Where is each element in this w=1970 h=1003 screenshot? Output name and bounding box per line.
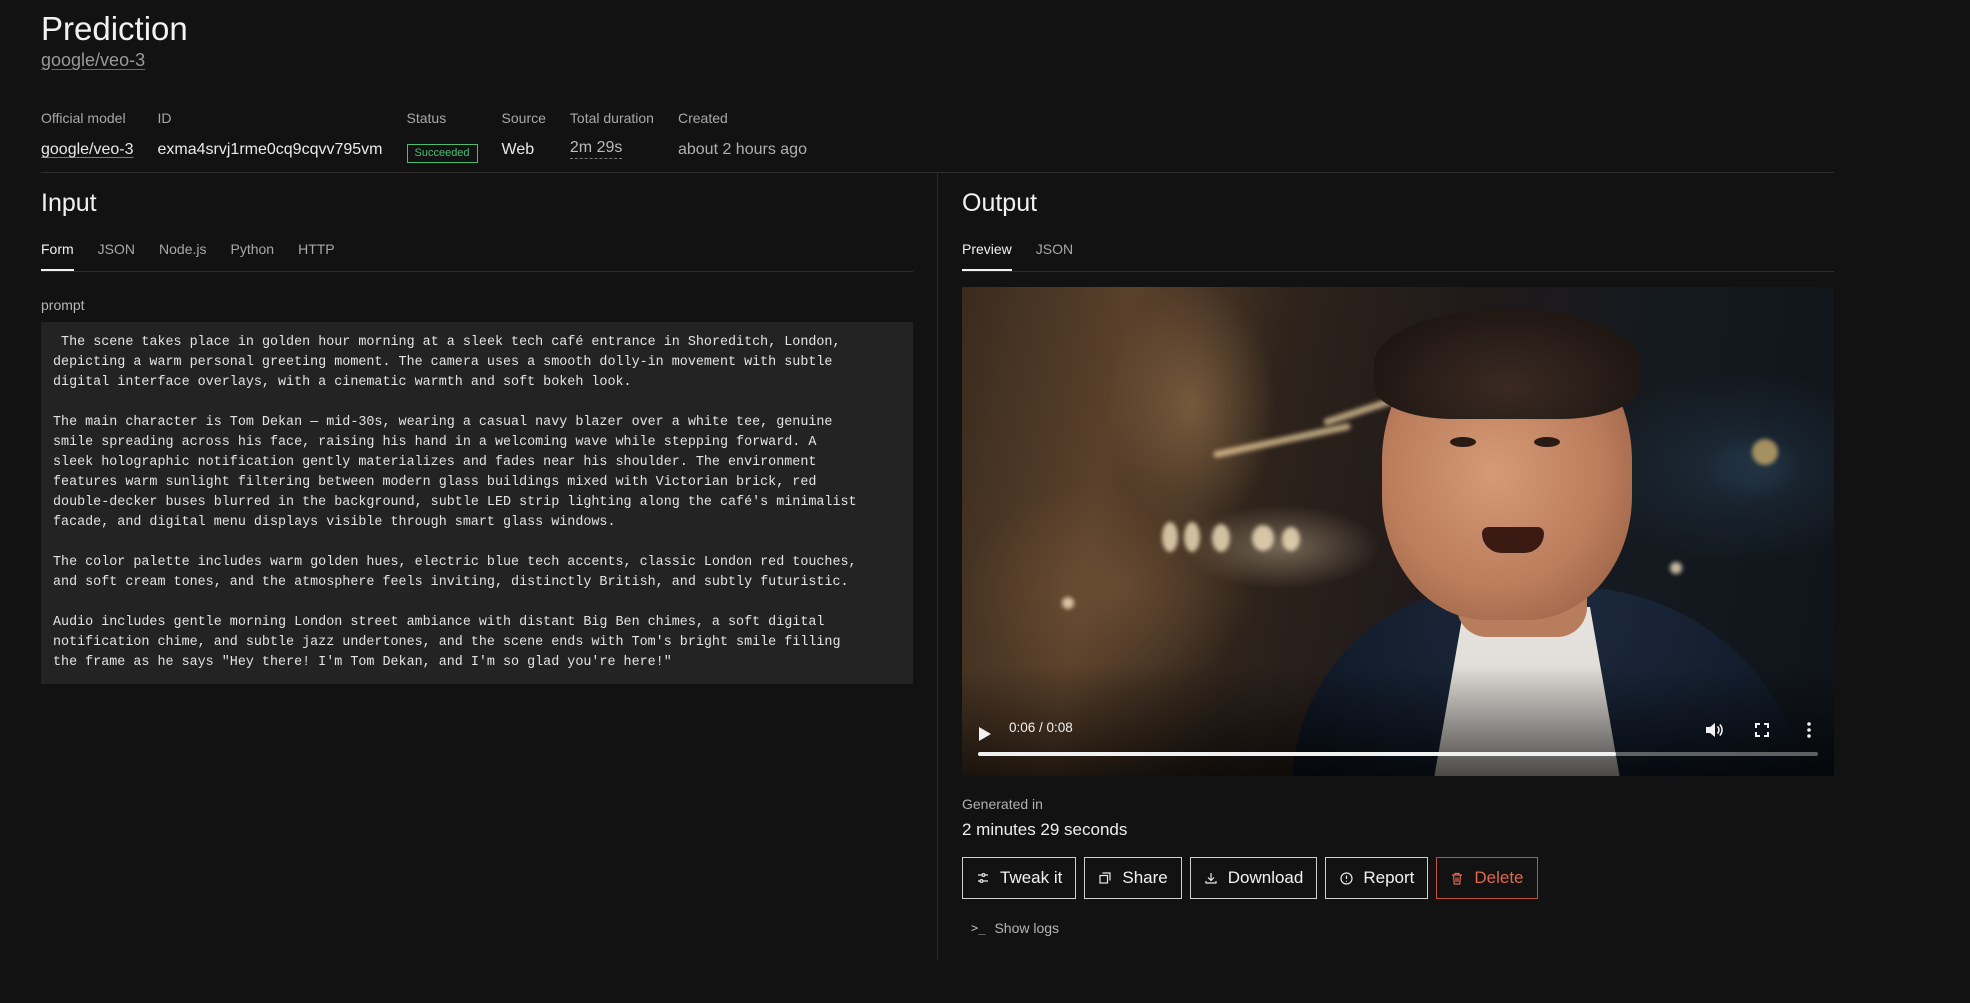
video-progress-fill xyxy=(978,752,1617,756)
meta-label: Official model xyxy=(41,110,126,126)
source-value: Web xyxy=(501,141,535,158)
official-model-link[interactable]: google/veo-3 xyxy=(41,139,134,161)
video-frame-detail xyxy=(1482,527,1544,553)
tab-python[interactable]: Python xyxy=(230,240,274,271)
video-player[interactable]: 0:06 / 0:08 xyxy=(962,287,1834,776)
prompt-label: prompt xyxy=(41,297,85,313)
meta-id: ID exma4srvj1rme0cq9cqvv795vm xyxy=(158,108,383,163)
terminal-chevron-icon: >_ xyxy=(971,921,986,935)
video-frame-detail xyxy=(1184,522,1200,552)
prediction-id: exma4srvj1rme0cq9cqvv795vm xyxy=(157,141,383,158)
share-label: Share xyxy=(1122,868,1168,887)
status-badge: Succeeded xyxy=(406,144,478,163)
volume-icon[interactable] xyxy=(1703,719,1725,741)
video-frame-detail xyxy=(1534,437,1560,447)
input-tabs: Form JSON Node.js Python HTTP xyxy=(41,240,913,272)
video-frame-detail xyxy=(1450,437,1476,447)
prediction-meta: Official model google/veo-3 ID exma4srvj… xyxy=(41,108,831,163)
video-frame-detail xyxy=(1670,562,1682,574)
tweak-label: Tweak it xyxy=(1000,868,1063,887)
share-button[interactable]: Share xyxy=(1084,857,1182,899)
meta-label: ID xyxy=(157,110,172,126)
meta-label: Status xyxy=(406,110,447,126)
video-frame-detail xyxy=(1282,527,1300,551)
meta-label: Created xyxy=(677,110,728,126)
video-time: 0:06 / 0:08 xyxy=(1009,720,1073,735)
video-frame-detail xyxy=(1374,309,1640,419)
video-frame-detail xyxy=(1162,522,1178,552)
tweak-button[interactable]: Tweak it xyxy=(962,857,1077,899)
model-link[interactable]: google/veo-3 xyxy=(41,50,145,71)
report-label: Report xyxy=(1363,868,1415,887)
meta-status: Status Succeeded xyxy=(406,108,478,163)
play-icon[interactable] xyxy=(979,727,991,741)
meta-label: Total duration xyxy=(569,110,654,126)
show-logs-label: Show logs xyxy=(994,920,1060,936)
total-duration-value[interactable]: 2m 29s xyxy=(569,139,623,159)
page-title: Prediction xyxy=(41,10,188,47)
input-title: Input xyxy=(41,189,97,217)
tab-nodejs[interactable]: Node.js xyxy=(159,240,206,271)
info-circle-icon xyxy=(1339,871,1353,885)
download-icon xyxy=(1204,871,1218,885)
download-label: Download xyxy=(1227,868,1304,887)
more-options-icon[interactable] xyxy=(1798,719,1820,741)
video-frame-detail xyxy=(1752,439,1778,465)
video-frame-detail xyxy=(1062,597,1074,609)
output-actions: Tweak it Share Download Report Delete xyxy=(962,857,1546,899)
video-frame-detail xyxy=(1252,525,1274,551)
trash-icon xyxy=(1450,871,1464,885)
generated-value: 2 minutes 29 seconds xyxy=(962,820,1128,839)
tab-json[interactable]: JSON xyxy=(98,240,135,271)
video-progress-track[interactable] xyxy=(978,752,1818,756)
meta-created: Created about 2 hours ago xyxy=(678,108,807,163)
output-tabs: Preview JSON xyxy=(962,240,1834,272)
tab-output-json[interactable]: JSON xyxy=(1036,240,1073,271)
tab-preview[interactable]: Preview xyxy=(962,240,1012,271)
video-frame-detail xyxy=(1212,524,1230,552)
generated-label: Generated in xyxy=(962,796,1043,812)
output-title: Output xyxy=(962,189,1038,217)
meta-total-duration: Total duration 2m 29s xyxy=(569,108,654,163)
tab-form[interactable]: Form xyxy=(41,240,74,271)
meta-official-model: Official model google/veo-3 xyxy=(41,108,134,163)
download-button[interactable]: Download xyxy=(1189,857,1318,899)
delete-label: Delete xyxy=(1474,868,1524,887)
sliders-icon xyxy=(976,871,990,885)
created-value: about 2 hours ago xyxy=(677,141,807,158)
tab-http[interactable]: HTTP xyxy=(298,240,335,271)
show-logs-toggle[interactable]: >_ Show logs xyxy=(971,920,1059,936)
meta-source: Source Web xyxy=(502,108,546,163)
column-divider xyxy=(937,172,938,960)
prompt-value[interactable]: The scene takes place in golden hour mor… xyxy=(41,322,913,684)
report-button[interactable]: Report xyxy=(1325,857,1429,899)
copy-icon xyxy=(1098,871,1112,885)
fullscreen-icon[interactable] xyxy=(1751,719,1773,741)
meta-label: Source xyxy=(501,110,546,126)
delete-button[interactable]: Delete xyxy=(1436,857,1538,899)
